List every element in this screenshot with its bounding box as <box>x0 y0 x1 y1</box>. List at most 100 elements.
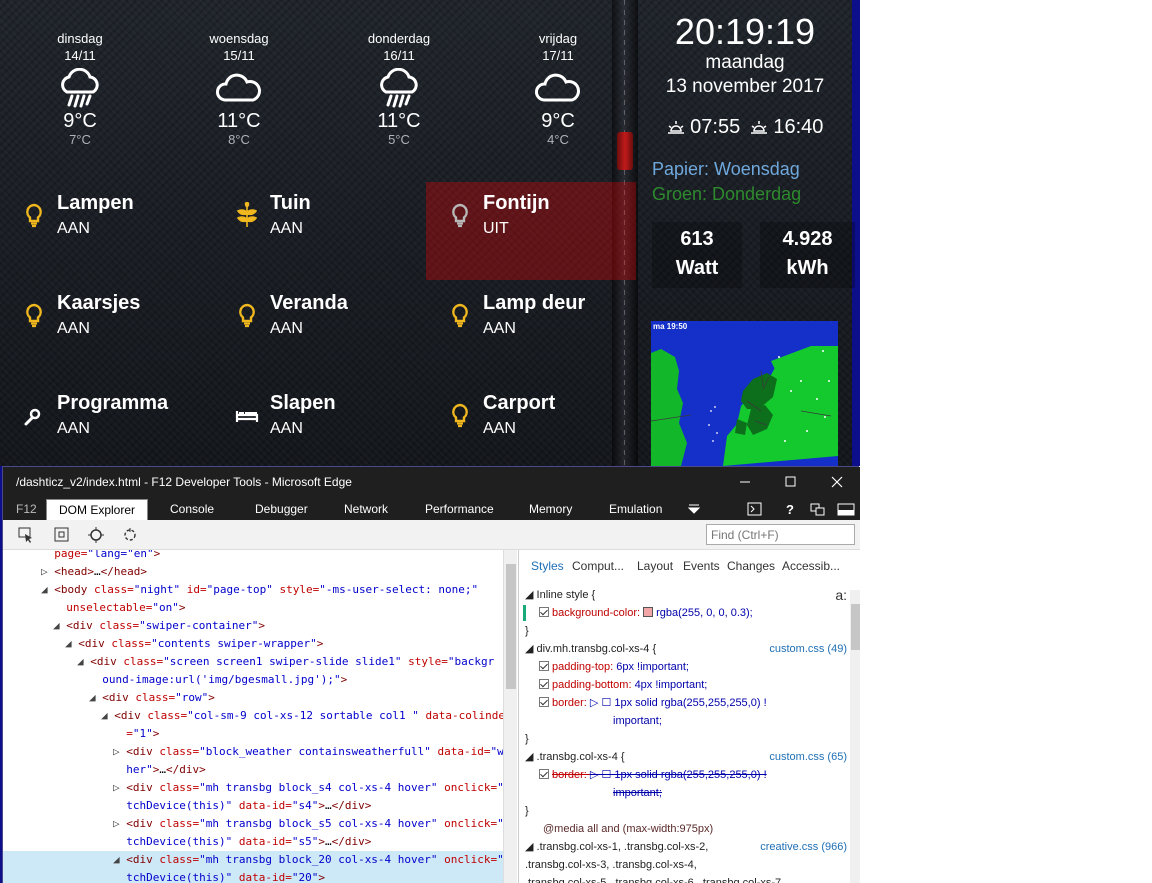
rain-radar-map[interactable]: ma 19:50 <box>651 321 838 466</box>
expand-arrow-icon[interactable]: ◢ <box>113 853 126 866</box>
expand-arrow-icon[interactable]: ▷ <box>113 745 126 758</box>
help-icon[interactable]: ? <box>781 501 799 517</box>
dom-node-line[interactable]: ="1"> <box>3 725 503 743</box>
dom-node-line[interactable]: ound-image:url('img/bgesmall.jpg');"> <box>3 671 503 689</box>
minimize-icon[interactable] <box>730 471 760 493</box>
forecast-day-name: donderdag <box>367 31 431 46</box>
switch-tile-tuin[interactable]: Tuin AAN <box>213 182 423 278</box>
dom-node-line[interactable]: ▷ <div class="mh transbg block_s5 col-xs… <box>3 815 503 833</box>
tab-layout[interactable]: Layout <box>637 559 673 573</box>
expand-arrow-icon[interactable]: ▷ <box>113 781 126 794</box>
tab-computed[interactable]: Comput... <box>572 559 624 573</box>
dom-tree-scrollbar[interactable] <box>503 550 517 883</box>
accessibility-tree-icon[interactable] <box>121 526 139 544</box>
switch-tile-lampen[interactable]: Lampen AAN <box>0 182 210 278</box>
css-property-value[interactable]: 6px !important; <box>616 661 689 673</box>
styles-scrollbar[interactable] <box>850 590 860 883</box>
expand-arrow-icon[interactable]: ◢ <box>77 655 90 668</box>
energy-power-block[interactable]: 613 Watt <box>652 222 742 288</box>
css-property-name[interactable]: padding-top: <box>552 661 616 673</box>
energy-total-block[interactable]: 4.928 kWh <box>760 222 855 288</box>
dock-bottom-icon[interactable] <box>837 501 855 517</box>
dom-find-input[interactable] <box>706 524 855 545</box>
property-checkbox[interactable] <box>539 679 549 689</box>
dom-node-line[interactable]: unselectable="on"> <box>3 599 503 617</box>
switch-tile-lamp-deur[interactable]: Lamp deur AAN <box>426 282 636 378</box>
dom-node-indent <box>3 817 113 830</box>
dom-node-line[interactable]: ◢ <body class="night" id="page-top" styl… <box>3 581 503 599</box>
css-property-name[interactable]: padding-bottom: <box>552 679 635 691</box>
tab-changes[interactable]: Changes <box>727 559 775 573</box>
expand-arrow-icon[interactable]: ▷ <box>41 565 54 578</box>
highlight-elements-icon[interactable] <box>53 526 71 544</box>
dom-node-line[interactable]: ▷ <head>…</head> <box>3 563 503 581</box>
expand-arrow-icon[interactable]: ◢ <box>65 637 78 650</box>
css-property-name[interactable]: background-color: <box>552 607 643 619</box>
scroll-thumb[interactable] <box>506 564 516 689</box>
dom-node-line[interactable]: page="lang="en"> <box>3 550 503 563</box>
f12-label: F12 <box>16 502 37 516</box>
devtools-titlebar[interactable]: /dashticz_v2/index.html - F12 Developer … <box>3 467 860 498</box>
css-property-value[interactable]: rgba(255, 0, 0, 0.3); <box>656 607 753 619</box>
dom-node-line[interactable]: ▷ <div class="block_weather containsweat… <box>3 743 503 761</box>
tab-console[interactable]: Console <box>170 502 214 516</box>
close-icon[interactable] <box>822 471 852 493</box>
tab-accessibility[interactable]: Accessib... <box>782 559 840 573</box>
dom-node-line[interactable]: ▷ <div class="mh transbg block_s4 col-xs… <box>3 779 503 797</box>
dom-node-line[interactable]: ◢ <div class="swiper-container"> <box>3 617 503 635</box>
tab-events[interactable]: Events <box>683 559 720 573</box>
css-rule-text: @media all and (max-width:975px) <box>525 820 845 838</box>
dom-node-line[interactable]: tchDevice(this)" data-id="s4">…</div> <box>3 797 503 815</box>
select-element-icon[interactable] <box>17 526 35 544</box>
switch-tile-slapen[interactable]: Slapen AAN <box>213 382 423 466</box>
css-source-link[interactable]: custom.css (49) <box>769 640 847 658</box>
css-source-link[interactable]: custom.css (65) <box>769 748 847 766</box>
switch-tile-fontijn[interactable]: Fontijn UIT <box>426 182 636 280</box>
tab-performance[interactable]: Performance <box>425 502 494 516</box>
dom-tree[interactable]: page="lang="en"> ▷ <head>…</head> ◢ <body … <box>3 550 503 883</box>
css-property-name[interactable]: border: <box>552 697 590 709</box>
dom-node-line[interactable]: tchDevice(this)" data-id="s5">…</div> <box>3 833 503 851</box>
css-property-value[interactable]: 4px !important; <box>635 679 708 691</box>
forecast-day-date: 16/11 <box>383 48 415 63</box>
tab-styles[interactable]: Styles <box>531 559 564 573</box>
font-settings-icon[interactable]: a: <box>835 586 847 604</box>
tab-dom-explorer[interactable]: DOM Explorer <box>46 499 149 520</box>
tab-emulation[interactable]: Emulation <box>609 502 662 516</box>
css-source-link[interactable]: creative.css (966) <box>760 838 847 856</box>
console-toggle-icon[interactable] <box>746 501 764 517</box>
tab-network[interactable]: Network <box>344 502 388 516</box>
expand-arrow-icon[interactable]: ◢ <box>89 691 102 704</box>
dom-node-line[interactable]: ◢ <div class="screen screen1 swiper-slid… <box>3 653 503 671</box>
expand-arrow-icon[interactable]: ◢ <box>53 619 66 632</box>
color-swatch[interactable] <box>643 607 654 617</box>
dom-node-line[interactable]: her">…</div> <box>3 761 503 779</box>
switch-tile-carport[interactable]: Carport AAN <box>426 382 636 466</box>
property-checkbox[interactable] <box>539 769 549 779</box>
switch-tile-veranda[interactable]: Veranda AAN <box>213 282 423 378</box>
css-property-value[interactable]: ▷ ☐ 1px solid rgba(255,255,255,0) ! <box>590 697 767 709</box>
switch-tile-kaarsjes[interactable]: Kaarsjes AAN <box>0 282 210 378</box>
property-checkbox[interactable] <box>539 697 549 707</box>
expand-arrow-icon[interactable]: ◢ <box>41 583 54 596</box>
dom-node-line[interactable]: ◢ <div class="col-sm-9 col-xs-12 sortabl… <box>3 707 503 725</box>
tab-debugger[interactable]: Debugger <box>255 502 308 516</box>
expand-arrow-icon[interactable]: ▷ <box>113 817 126 830</box>
forecast-day-name: woensdag <box>209 31 269 46</box>
css-property-value[interactable]: ▷ ☐ 1px solid rgba(255,255,255,0) ! <box>590 769 767 781</box>
more-tabs-icon[interactable] <box>685 501 703 517</box>
property-checkbox[interactable] <box>539 607 549 617</box>
dom-node-line[interactable]: ◢ <div class="mh transbg block_20 col-xs… <box>3 851 503 869</box>
scroll-thumb[interactable] <box>851 604 860 650</box>
dom-node-line[interactable]: ◢ <div class="row"> <box>3 689 503 707</box>
property-checkbox[interactable] <box>539 661 549 671</box>
tab-memory[interactable]: Memory <box>529 502 572 516</box>
dom-node-line[interactable]: tchDevice(this)" data-id="20"> <box>3 869 503 883</box>
expand-arrow-icon[interactable]: ◢ <box>101 709 114 722</box>
css-property-name[interactable]: border: <box>552 769 590 781</box>
undock-icon[interactable] <box>809 501 827 517</box>
switch-tile-programma[interactable]: Programma AAN <box>0 382 210 466</box>
color-picker-icon[interactable] <box>87 526 105 544</box>
dom-node-line[interactable]: ◢ <div class="contents swiper-wrapper"> <box>3 635 503 653</box>
maximize-icon[interactable] <box>776 471 806 493</box>
